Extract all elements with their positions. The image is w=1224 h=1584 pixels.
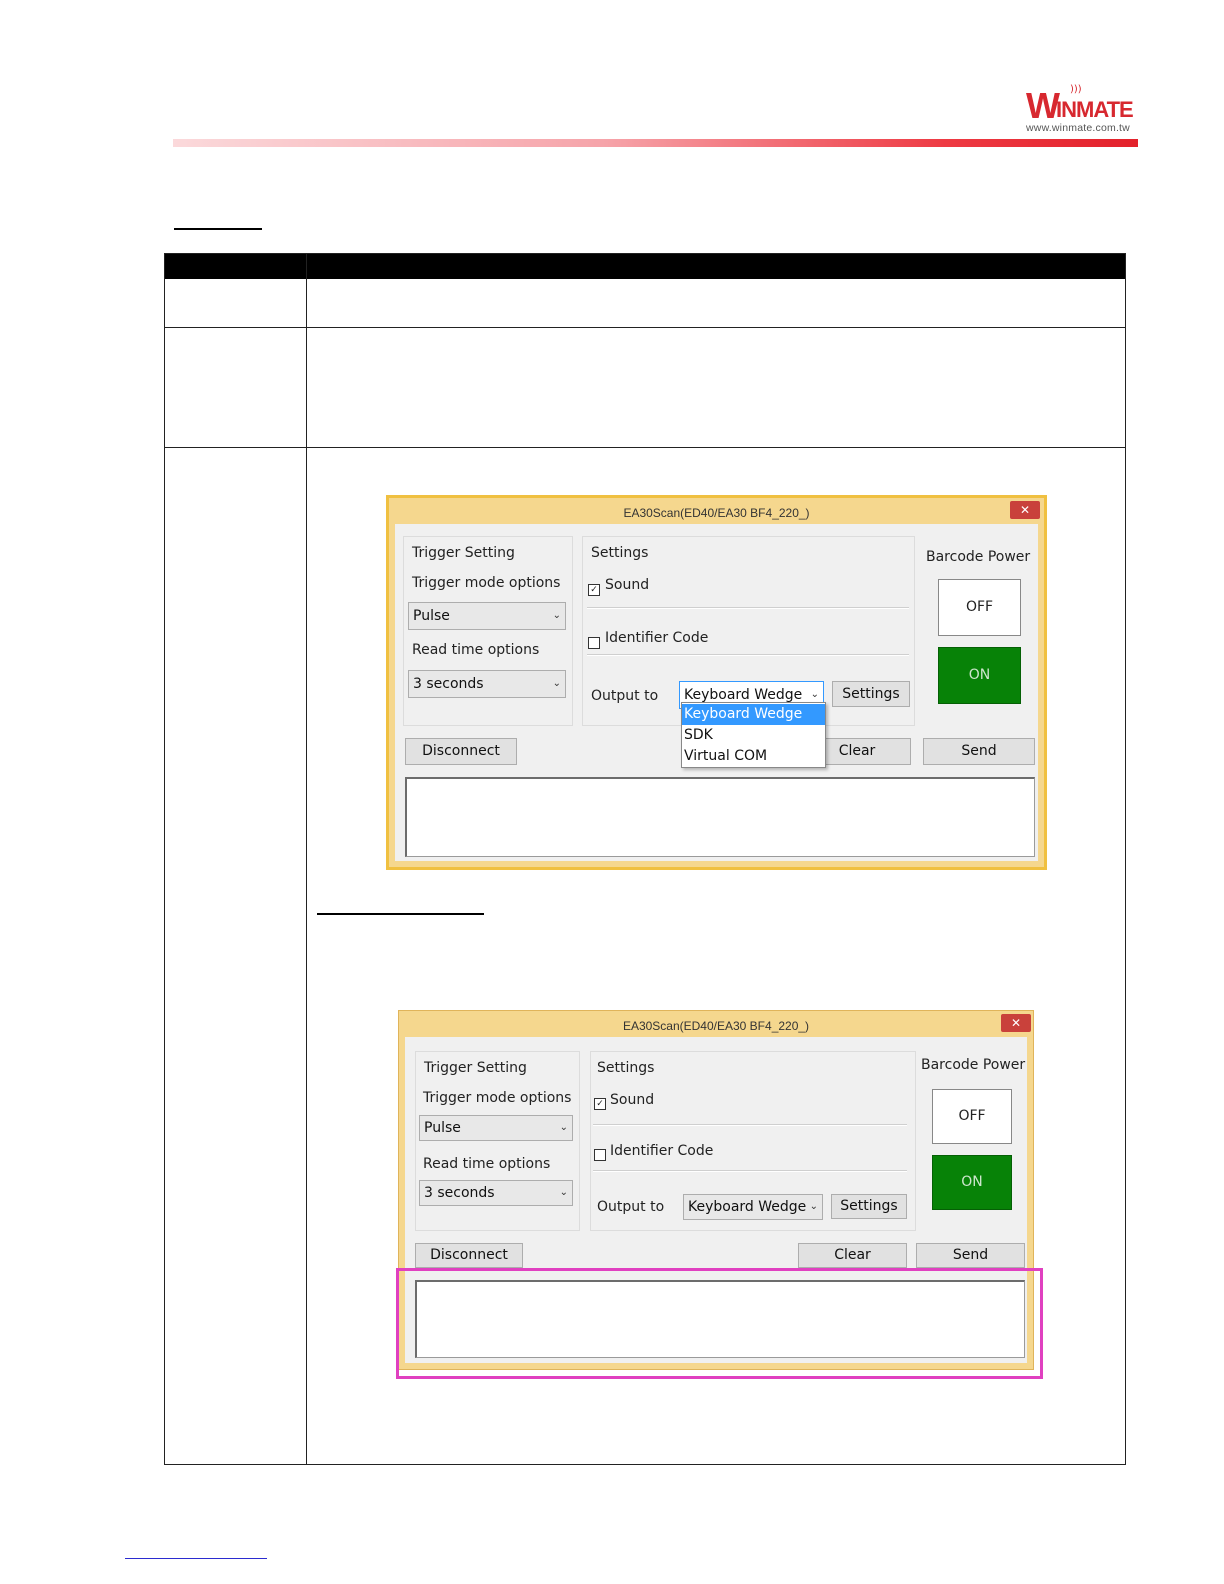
power-on-button[interactable]: ON (932, 1155, 1012, 1210)
trigger-mode-label: Trigger mode options (412, 575, 561, 591)
clear-button[interactable]: Clear (798, 1243, 907, 1268)
output-to-value: Keyboard Wedge (688, 1199, 807, 1215)
window-title: EA30Scan(ED40/EA30 BF4_220_) (622, 1019, 810, 1033)
close-icon[interactable]: ✕ (1001, 1014, 1031, 1032)
trigger-mode-value: Pulse (413, 608, 450, 624)
send-button[interactable]: Send (923, 738, 1035, 765)
scanner-dialog-dropdown-open: EA30Scan(ED40/EA30 BF4_220_) ✕ Trigger S… (386, 495, 1047, 870)
logo-letter-w: W (1026, 85, 1060, 126)
sound-checkbox[interactable]: ✓ (594, 1098, 606, 1110)
disconnect-button[interactable]: Disconnect (415, 1243, 523, 1268)
signal-waves-icon: ))) (1070, 84, 1082, 95)
settings-title: Settings (591, 545, 649, 561)
settings-title: Settings (597, 1060, 655, 1076)
separator (587, 607, 909, 609)
chevron-down-icon: ⌄ (809, 1201, 818, 1212)
table-row-divider (165, 327, 1125, 328)
dropdown-option-virtual-com[interactable]: Virtual COM (682, 746, 825, 767)
output-to-label: Output to (597, 1199, 665, 1215)
identifier-code-label: Identifier Code (610, 1143, 714, 1159)
output-to-select[interactable]: Keyboard Wedge ⌄ (683, 1194, 823, 1220)
output-to-label: Output to (591, 688, 659, 704)
trigger-mode-value: Pulse (424, 1120, 461, 1136)
separator (593, 1170, 907, 1172)
trigger-setting-title: Trigger Setting (412, 545, 515, 561)
power-on-button[interactable]: ON (938, 647, 1021, 704)
separator (593, 1124, 907, 1126)
close-icon[interactable]: ✕ (1010, 501, 1040, 519)
sound-checkbox[interactable]: ✓ (588, 584, 600, 596)
header-gradient-bar (173, 139, 1138, 147)
winmate-logo: W INMATE ))) www.winmate.com.tw (1026, 84, 1138, 136)
trigger-setting-group: Trigger Setting Trigger mode options Pul… (403, 536, 573, 726)
trigger-setting-group: Trigger Setting Trigger mode options Pul… (415, 1051, 580, 1231)
output-settings-button[interactable]: Settings (832, 681, 910, 707)
sound-label: Sound (610, 1092, 655, 1108)
settings-group: Settings ✓ Sound Identifier Code Output … (582, 536, 915, 726)
separator (587, 654, 909, 656)
read-time-label: Read time options (423, 1156, 551, 1172)
read-time-value: 3 seconds (424, 1185, 495, 1201)
trigger-mode-select[interactable]: Pulse ⌄ (419, 1115, 573, 1141)
read-time-label: Read time options (412, 642, 540, 658)
chevron-down-icon: ⌄ (552, 610, 561, 621)
identifier-code-checkbox[interactable] (588, 637, 600, 649)
sound-label: Sound (605, 577, 650, 593)
power-off-button[interactable]: OFF (932, 1089, 1012, 1144)
send-button[interactable]: Send (916, 1243, 1025, 1268)
output-settings-button[interactable]: Settings (831, 1194, 907, 1219)
logo-url: www.winmate.com.tw (1026, 122, 1130, 134)
table-column-divider (306, 254, 307, 1464)
trigger-mode-label: Trigger mode options (423, 1090, 572, 1106)
chevron-down-icon: ⌄ (559, 1122, 568, 1133)
identifier-code-checkbox[interactable] (594, 1149, 606, 1161)
read-time-select[interactable]: 3 seconds ⌄ (408, 670, 566, 698)
table-row-divider (165, 447, 1125, 448)
output-to-value: Keyboard Wedge (684, 687, 803, 703)
dropdown-option-keyboard-wedge[interactable]: Keyboard Wedge (682, 704, 825, 725)
power-off-button[interactable]: OFF (938, 579, 1021, 636)
output-box-highlight-frame (396, 1268, 1043, 1379)
barcode-power-label: Barcode Power (926, 549, 1031, 565)
output-to-dropdown-list: Keyboard Wedge SDK Virtual COM (681, 702, 826, 768)
identifier-code-label: Identifier Code (605, 630, 709, 646)
section-title-underline (174, 228, 262, 230)
chevron-down-icon: ⌄ (552, 678, 561, 689)
read-time-select[interactable]: 3 seconds ⌄ (419, 1180, 573, 1206)
disconnect-button[interactable]: Disconnect (405, 738, 517, 765)
barcode-power-label: Barcode Power (921, 1057, 1026, 1073)
logo-wordmark: INMATE (1056, 97, 1134, 122)
scan-output-textbox[interactable] (405, 777, 1035, 857)
section-heading-underline (317, 913, 484, 915)
settings-group: Settings ✓ Sound Identifier Code Output … (590, 1051, 916, 1231)
trigger-setting-title: Trigger Setting (424, 1060, 527, 1076)
read-time-value: 3 seconds (413, 676, 484, 692)
chevron-down-icon: ⌄ (559, 1187, 568, 1198)
dropdown-option-sdk[interactable]: SDK (682, 725, 825, 746)
footer-link-underline (125, 1558, 267, 1559)
window-client-area: Trigger Setting Trigger mode options Pul… (395, 524, 1038, 861)
window-title: EA30Scan(ED40/EA30 BF4_220_) (623, 506, 810, 520)
table-header-row (165, 254, 1125, 279)
trigger-mode-select[interactable]: Pulse ⌄ (408, 602, 566, 630)
